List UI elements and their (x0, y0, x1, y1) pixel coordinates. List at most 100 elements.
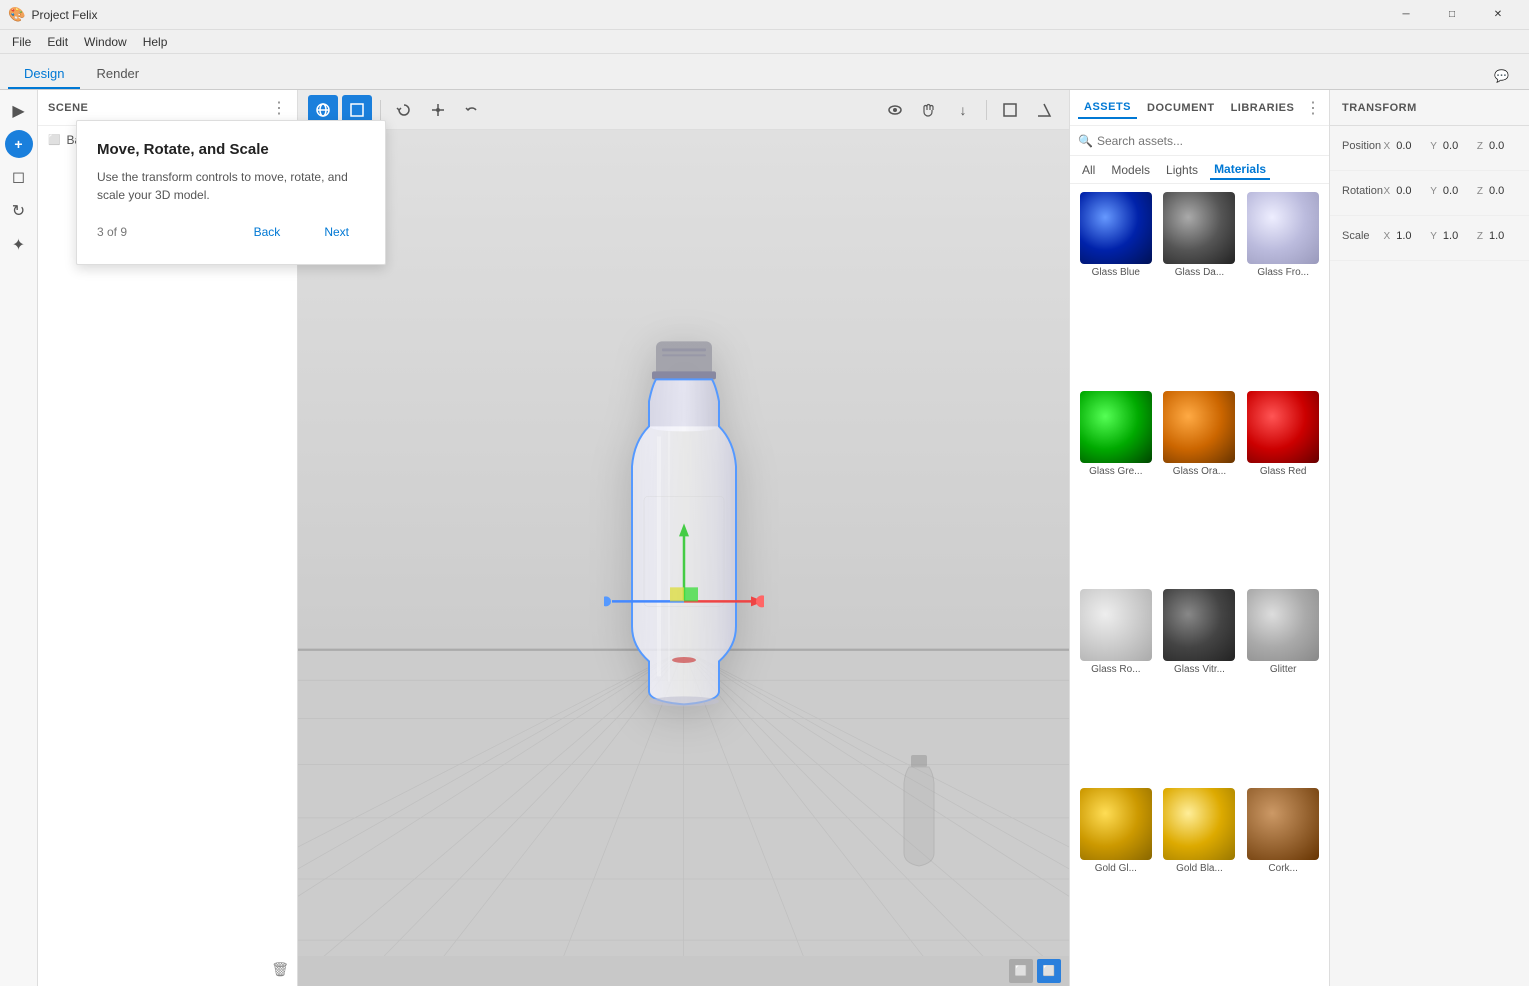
asset-glass-red[interactable]: Glass Red (1245, 391, 1321, 582)
asset-glass-green[interactable]: Glass Gre... (1078, 391, 1154, 582)
menu-help[interactable]: Help (135, 33, 176, 51)
asset-cork[interactable]: Cork... (1245, 788, 1321, 979)
rotation-z-axis: Z (1477, 186, 1483, 197)
asset-glass-vitr[interactable]: Glass Vitr... (1162, 589, 1238, 780)
asset-thumb-gold2 (1163, 788, 1235, 860)
asset-glass-orange[interactable]: Glass Ora... (1162, 391, 1238, 582)
window-controls: ─ □ ✕ (1383, 0, 1521, 30)
next-button[interactable]: Next (308, 220, 365, 244)
asset-thumb-glass-orange (1163, 391, 1235, 463)
asset-glass-rose[interactable]: Glass Ro... (1078, 589, 1154, 780)
tooltip-popup: Move, Rotate, and Scale Use the transfor… (76, 120, 386, 265)
viewport-area: ↓ (298, 90, 1069, 986)
asset-thumb-glass-rose (1080, 589, 1152, 661)
close-button[interactable]: ✕ (1475, 0, 1521, 30)
scale-x-axis: X (1384, 231, 1391, 242)
assets-panel: ASSETS DOCUMENT LIBRARIES ⋮ 🔍 All Models… (1069, 90, 1329, 986)
vp-tool-pan[interactable] (423, 95, 453, 125)
tooltip-buttons: Back Next (238, 220, 365, 244)
asset-label-glass-dark: Glass Da... (1163, 267, 1235, 278)
tool-transform[interactable]: + (5, 130, 33, 158)
assets-header: ASSETS DOCUMENT LIBRARIES ⋮ (1070, 90, 1329, 126)
vp-tool-rotate[interactable] (389, 95, 419, 125)
transform-panel: TRANSFORM Position X 0.0 Y 0.0 Z 0.0 Rot… (1329, 90, 1529, 986)
vp-tool-box2[interactable] (995, 95, 1025, 125)
asset-thumb-cork (1247, 788, 1319, 860)
asset-thumb-glass-green (1080, 391, 1152, 463)
viewport-mode-button[interactable]: ⬜ (1009, 959, 1033, 983)
scale-y-value[interactable]: 1.0 (1443, 230, 1471, 242)
rotation-z-value[interactable]: 0.0 (1489, 185, 1517, 197)
assets-menu-button[interactable]: ⋮ (1305, 98, 1321, 118)
rotation-x-value[interactable]: 0.0 (1396, 185, 1424, 197)
position-x-value[interactable]: 0.0 (1396, 140, 1424, 152)
minimize-button[interactable]: ─ (1383, 0, 1429, 30)
app-icon: 🎨 (8, 6, 25, 23)
search-icon: 🔍 (1078, 134, 1093, 148)
vp-tool-down[interactable]: ↓ (948, 95, 978, 125)
vp-tool-triangle[interactable] (1029, 95, 1059, 125)
tool-rotate[interactable]: ↻ (4, 196, 34, 226)
vp-tool-undo[interactable] (457, 95, 487, 125)
bottle-3d-model[interactable] (594, 336, 774, 739)
asset-label-glass-green: Glass Gre... (1080, 466, 1152, 477)
vp-tool-hand[interactable] (914, 95, 944, 125)
tab-render[interactable]: Render (80, 60, 155, 89)
chat-icon[interactable]: 💬 (1482, 63, 1521, 89)
filter-lights[interactable]: Lights (1162, 161, 1202, 179)
asset-glass-dark[interactable]: Glass Da... (1162, 192, 1238, 383)
asset-gold2[interactable]: Gold Bla... (1162, 788, 1238, 979)
assets-tab-document[interactable]: DOCUMENT (1141, 98, 1221, 118)
rotation-label: Rotation (1342, 185, 1384, 197)
tool-box[interactable]: ◻ (4, 162, 34, 192)
tool-magic[interactable]: ✦ (4, 230, 34, 260)
rotation-y-value[interactable]: 0.0 (1443, 185, 1471, 197)
asset-glitter[interactable]: Glitter (1245, 589, 1321, 780)
filter-models[interactable]: Models (1107, 161, 1154, 179)
position-z-value[interactable]: 0.0 (1489, 140, 1517, 152)
transform-header: TRANSFORM (1330, 90, 1529, 126)
position-x-axis: X (1384, 141, 1391, 152)
position-section: Position X 0.0 Y 0.0 Z 0.0 (1330, 126, 1529, 171)
tab-design[interactable]: Design (8, 60, 80, 89)
assets-grid: Glass Blue Glass Da... Glass Fro... Glas… (1070, 184, 1329, 986)
back-button[interactable]: Back (238, 220, 297, 244)
scale-z-value[interactable]: 1.0 (1489, 230, 1517, 242)
asset-label-glass-rose: Glass Ro... (1080, 664, 1152, 675)
rotation-y-axis: Y (1430, 186, 1437, 197)
position-y-value[interactable]: 0.0 (1443, 140, 1471, 152)
filter-materials[interactable]: Materials (1210, 160, 1270, 180)
position-label: Position (1342, 140, 1384, 152)
menu-file[interactable]: File (4, 33, 39, 51)
assets-tab-libraries[interactable]: LIBRARIES (1225, 98, 1301, 118)
vp-tool-eye[interactable] (880, 95, 910, 125)
filter-all[interactable]: All (1078, 161, 1099, 179)
asset-glass-frost[interactable]: Glass Fro... (1245, 192, 1321, 383)
tabbar: Design Render 💬 (0, 54, 1529, 90)
viewport-3d[interactable]: ⬜ ⬜ (298, 130, 1069, 986)
menu-window[interactable]: Window (76, 33, 135, 51)
asset-label-glitter: Glitter (1247, 664, 1319, 675)
delete-scene-item-button[interactable]: 🗑 (271, 961, 289, 978)
asset-gold1[interactable]: Gold Gl... (1078, 788, 1154, 979)
maximize-button[interactable]: □ (1429, 0, 1475, 30)
vp-separator-2 (986, 100, 987, 120)
asset-thumb-glass-frost (1247, 192, 1319, 264)
viewport-view-button[interactable]: ⬜ (1037, 959, 1061, 983)
scale-x-value[interactable]: 1.0 (1396, 230, 1424, 242)
menu-edit[interactable]: Edit (39, 33, 76, 51)
asset-label-glass-orange: Glass Ora... (1163, 466, 1235, 477)
asset-thumb-glass-dark (1163, 192, 1235, 264)
asset-glass-blue[interactable]: Glass Blue (1078, 192, 1154, 383)
search-input[interactable] (1097, 134, 1321, 148)
scene-menu-button[interactable]: ⋮ (271, 98, 287, 118)
viewport-bottom-controls: ⬜ ⬜ (298, 956, 1069, 986)
background-icon: ⬜ (48, 135, 60, 146)
main-layout: ▶ + ◻ ↻ ✦ SCENE ⋮ ⬜ Background Move, Rot… (0, 90, 1529, 986)
assets-tab-assets[interactable]: ASSETS (1078, 97, 1137, 119)
tool-select[interactable]: ▶ (4, 96, 34, 126)
titlebar: 🎨 Project Felix ─ □ ✕ (0, 0, 1529, 30)
scale-row: Scale X 1.0 Y 1.0 Z 1.0 (1342, 224, 1517, 248)
tooltip-title: Move, Rotate, and Scale (97, 141, 365, 158)
asset-label-gold2: Gold Bla... (1163, 863, 1235, 874)
